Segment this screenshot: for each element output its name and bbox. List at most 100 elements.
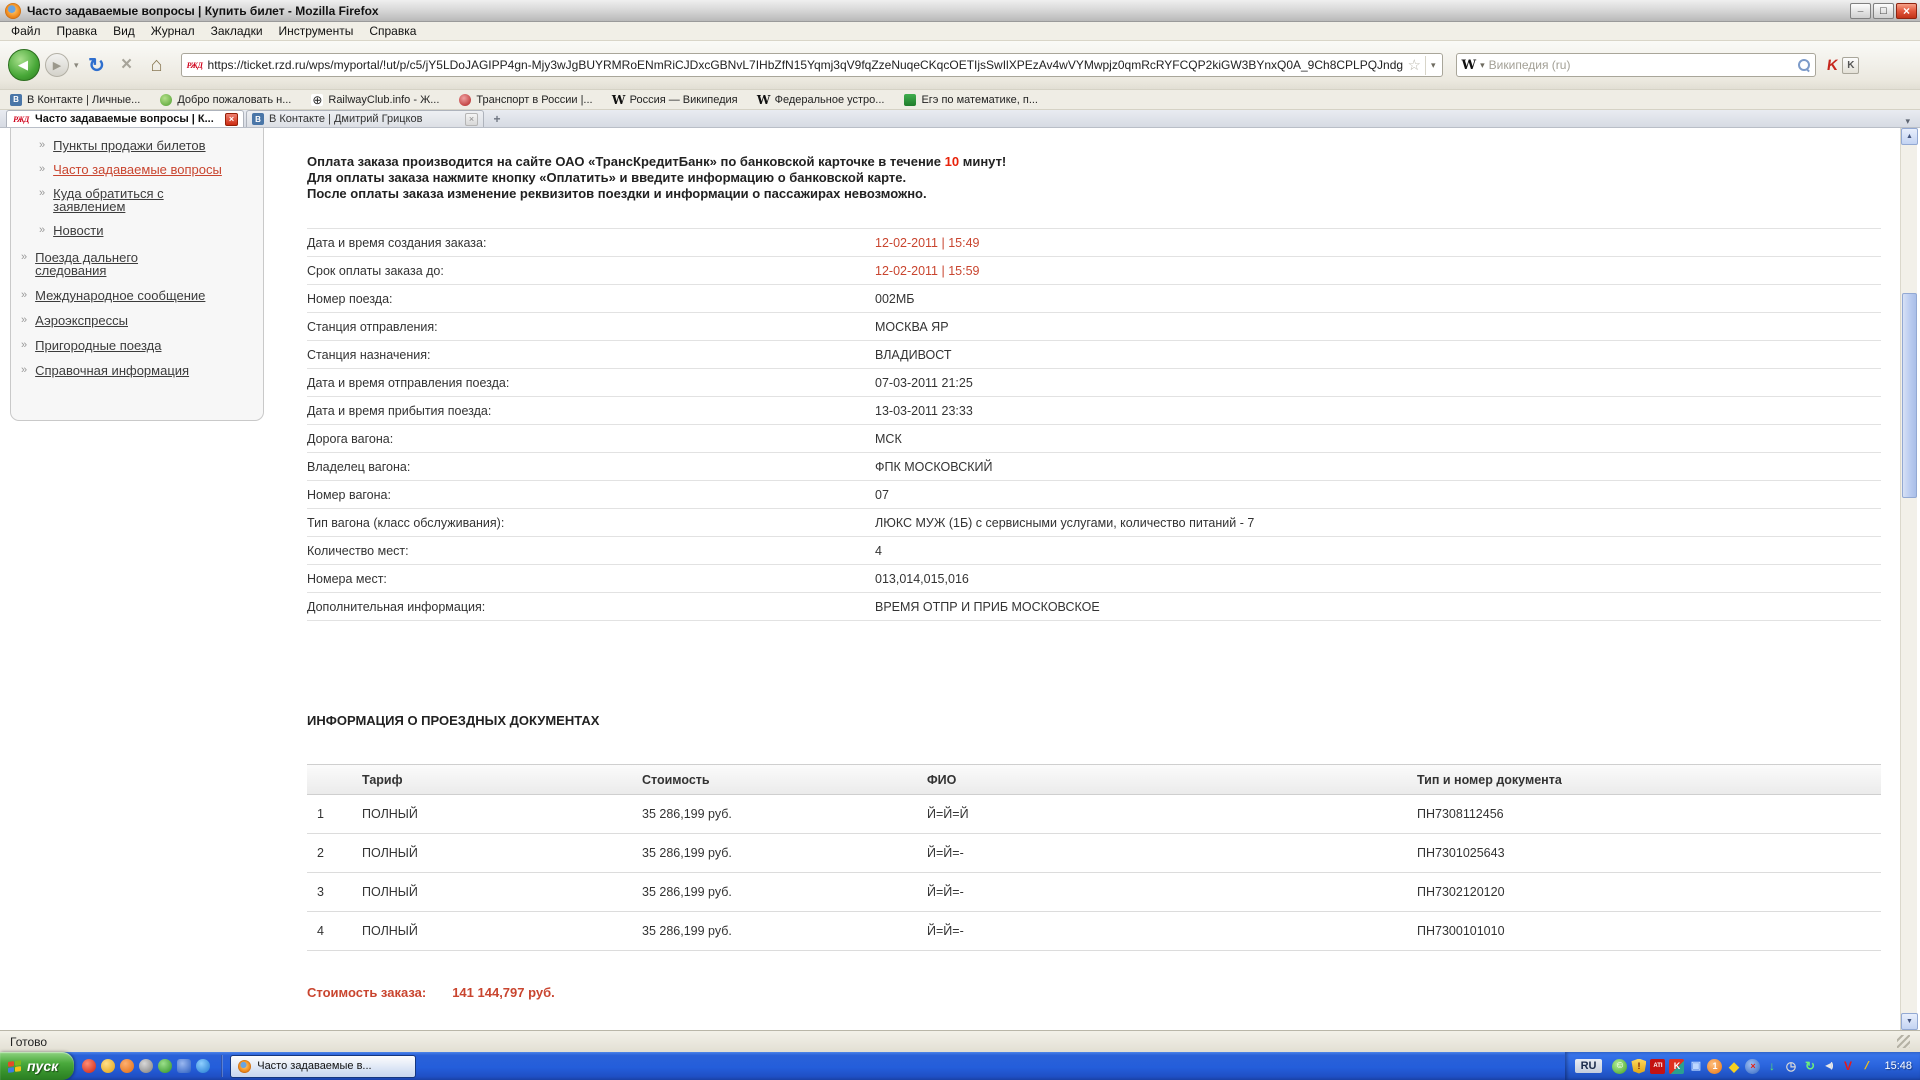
detail-row: Дополнительная информация:ВРЕМЯ ОТПР И П…	[307, 593, 1881, 621]
menu-edit[interactable]: Правка	[50, 23, 105, 39]
sidebar-item-suburban[interactable]: Пригородные поезда	[21, 339, 255, 352]
search-engine-dropdown-icon[interactable]	[1480, 60, 1485, 71]
scrollbar-thumb[interactable]	[1902, 293, 1917, 498]
sidebar-link[interactable]: Куда обратиться с заявлением	[53, 187, 228, 213]
sidebar-item-news[interactable]: Новости	[39, 224, 255, 237]
ati-icon[interactable]: ATI	[1650, 1059, 1665, 1074]
cell-tariff: ПОЛНЫЙ	[352, 885, 632, 899]
bookmark-item[interactable]: RailwayClub.info - Ж...	[311, 94, 439, 106]
sidebar-link[interactable]: Справочная информация	[35, 364, 189, 377]
sidebar-item-sales-points[interactable]: Пункты продажи билетов	[39, 139, 255, 152]
quick-launch-icon[interactable]	[139, 1059, 153, 1073]
stop-button[interactable]	[115, 53, 139, 77]
sidebar-link[interactable]: Поезда дальнего следования	[35, 251, 210, 277]
icq-icon[interactable]: ☺	[1612, 1059, 1627, 1074]
tab-close-icon[interactable]	[225, 113, 238, 126]
sidebar-link[interactable]: Пригородные поезда	[35, 339, 161, 352]
scroll-up-icon[interactable]	[1901, 128, 1918, 145]
resize-grip[interactable]	[1897, 1035, 1910, 1048]
quick-launch-icon[interactable]	[196, 1059, 210, 1073]
minimize-button[interactable]	[1850, 3, 1871, 19]
maximize-button[interactable]	[1873, 3, 1894, 19]
sidebar-item-aeroexpress[interactable]: Аэроэкспрессы	[21, 314, 255, 327]
order-total: Стоимость заказа: 141 144,797 руб.	[307, 985, 1881, 1000]
detail-label: Дата и время создания заказа:	[307, 236, 875, 250]
sidebar-item-reference[interactable]: Справочная информация	[21, 364, 255, 377]
list-all-tabs-icon[interactable]	[1901, 116, 1914, 127]
tab-close-icon[interactable]	[465, 113, 478, 126]
messenger-offline-icon[interactable]: ×	[1745, 1059, 1760, 1074]
antivirus-globe-icon[interactable]: K	[1669, 1059, 1684, 1074]
table-row: 4 ПОЛНЫЙ 35 286,199 руб. Й=Й=- ПН7300101…	[307, 912, 1881, 951]
search-input[interactable]	[1489, 58, 1794, 72]
vk-icon	[10, 94, 22, 106]
detail-row: Владелец вагона:ФПК МОСКОВСКИЙ	[307, 453, 1881, 481]
pen-icon[interactable]: /	[1857, 1059, 1877, 1074]
menu-view[interactable]: Вид	[106, 23, 142, 39]
detail-label: Дата и время отправления поезда:	[307, 376, 875, 390]
bookmark-item[interactable]: Егэ по математике, п...	[904, 94, 1038, 106]
vertical-scrollbar[interactable]	[1900, 128, 1917, 1030]
cell-cost: 35 286,199 руб.	[632, 846, 917, 860]
virtual-drive-icon[interactable]: ◆	[1726, 1059, 1741, 1074]
menu-tools[interactable]: Инструменты	[272, 23, 361, 39]
close-button[interactable]	[1896, 3, 1917, 19]
home-button[interactable]	[144, 52, 170, 78]
forward-button[interactable]	[45, 53, 69, 77]
back-button[interactable]	[8, 49, 40, 81]
tab-vkontakte[interactable]: В Контакте | Дмитрий Грицков	[246, 110, 484, 127]
scheduler-icon[interactable]: ◷	[1783, 1059, 1798, 1074]
detail-label: Номер поезда:	[307, 292, 875, 306]
security-shield-icon[interactable]: !	[1631, 1059, 1646, 1074]
quick-launch-icon[interactable]	[120, 1059, 134, 1073]
refresh-button[interactable]	[84, 52, 110, 78]
sidebar-link-active[interactable]: Часто задаваемые вопросы	[53, 163, 222, 176]
bookmark-item[interactable]: В Контакте | Личные...	[10, 94, 140, 106]
sidebar-link[interactable]: Пункты продажи билетов	[53, 139, 205, 152]
network-icon[interactable]: ▣	[1688, 1059, 1703, 1074]
bookmark-item[interactable]: Добро пожаловать н...	[160, 94, 291, 106]
scroll-down-icon[interactable]	[1901, 1013, 1918, 1030]
history-dropdown-icon[interactable]	[74, 60, 79, 71]
search-box[interactable]	[1456, 53, 1816, 77]
tab-faq[interactable]: Часто задаваемые вопросы | К...	[6, 110, 244, 127]
sidebar-item-where-to-apply[interactable]: Куда обратиться с заявлением	[39, 187, 255, 213]
antivirus-v-icon[interactable]: V	[1840, 1059, 1855, 1074]
start-button[interactable]: пуск	[0, 1052, 74, 1080]
menu-file[interactable]: Файл	[4, 23, 48, 39]
sidebar-item-international[interactable]: Международное сообщение	[21, 289, 255, 302]
sync-icon[interactable]: ↻	[1802, 1059, 1817, 1074]
volume-icon[interactable]: ◀)	[1821, 1059, 1836, 1074]
sidebar-link[interactable]: Международное сообщение	[35, 289, 205, 302]
taskbar-window-button[interactable]: Часто задаваемые в...	[230, 1055, 416, 1078]
extension-icon-red[interactable]	[1825, 57, 1838, 74]
detail-value: 12-02-2011 | 15:49	[875, 236, 1881, 250]
search-icon[interactable]	[1798, 59, 1810, 71]
menu-help[interactable]: Справка	[362, 23, 423, 39]
quick-launch-icon[interactable]	[177, 1059, 191, 1073]
update-notification-icon[interactable]: 1	[1707, 1059, 1722, 1074]
detail-value: 07	[875, 488, 1881, 502]
sidebar-item-faq[interactable]: Часто задаваемые вопросы	[39, 163, 255, 176]
menu-history[interactable]: Журнал	[144, 23, 202, 39]
language-indicator[interactable]: RU	[1575, 1059, 1603, 1073]
bookmark-item[interactable]: Федеральное устро...	[758, 94, 885, 106]
detail-value: 4	[875, 544, 1881, 558]
notice-line-3: После оплаты заказа изменение реквизитов…	[307, 186, 1881, 202]
quick-launch-icon[interactable]	[101, 1059, 115, 1073]
quick-launch-icon[interactable]	[158, 1059, 172, 1073]
bookmark-item[interactable]: Транспорт в России |...	[459, 94, 592, 106]
bookmark-star-icon[interactable]	[1408, 56, 1421, 74]
download-manager-icon[interactable]: ↓	[1764, 1059, 1779, 1074]
sidebar-link[interactable]: Аэроэкспрессы	[35, 314, 128, 327]
sidebar-link[interactable]: Новости	[53, 224, 103, 237]
new-tab-button[interactable]	[486, 111, 508, 127]
bookmark-item[interactable]: Россия — Википедия	[613, 94, 738, 106]
menu-bookmarks[interactable]: Закладки	[204, 23, 270, 39]
quick-launch-icon[interactable]	[82, 1059, 96, 1073]
extension-icon-k[interactable]	[1842, 57, 1859, 74]
url-bar[interactable]	[181, 53, 1443, 77]
url-input[interactable]	[208, 58, 1404, 72]
sidebar-item-long-distance[interactable]: Поезда дальнего следования	[21, 251, 255, 277]
url-dropdown-icon[interactable]	[1425, 56, 1438, 75]
